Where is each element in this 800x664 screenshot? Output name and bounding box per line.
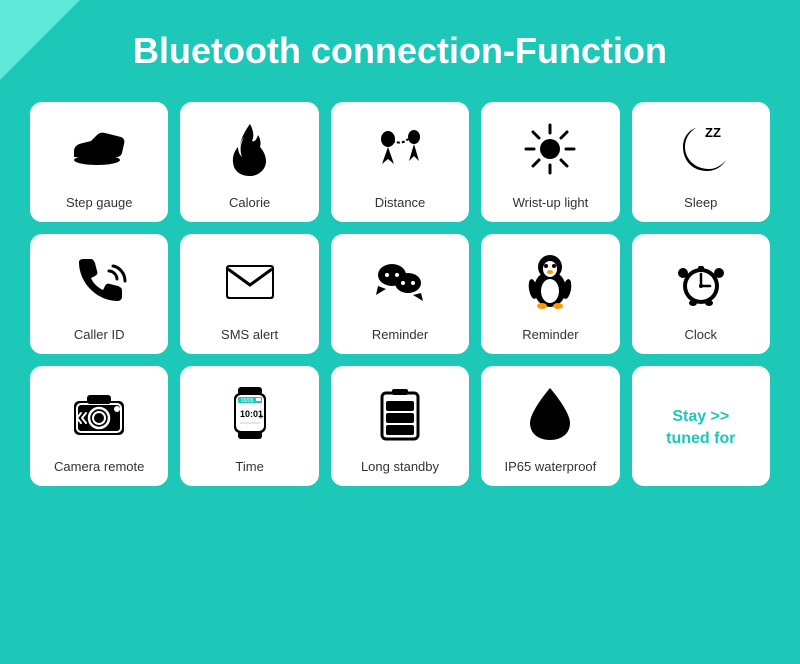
battery-icon — [370, 383, 430, 451]
alarm-icon — [671, 251, 731, 319]
sms-alert-label: SMS alert — [221, 327, 278, 342]
camera-remote-label: Camera remote — [54, 459, 144, 474]
step-gauge-label: Step gauge — [66, 195, 133, 210]
feature-step-gauge: Step gauge — [30, 102, 168, 222]
svg-text:ZZ: ZZ — [705, 125, 721, 140]
feature-stay-tuned: Stay >>tuned for — [632, 366, 770, 486]
feature-sms-alert: SMS alert — [180, 234, 318, 354]
feature-wrist-up-light: Wrist-up light — [481, 102, 619, 222]
feature-calorie: Calorie — [180, 102, 318, 222]
feature-reminder-penguin: Reminder — [481, 234, 619, 354]
phone-icon — [69, 251, 129, 319]
shoe-icon — [69, 119, 129, 187]
clock-label: Clock — [685, 327, 718, 342]
pin-icon — [370, 119, 430, 187]
feature-reminder-wechat: Reminder — [331, 234, 469, 354]
feature-time: 09/05 10:01 ✳ Time — [180, 366, 318, 486]
camera-icon — [69, 383, 129, 451]
caller-id-label: Caller ID — [74, 327, 125, 342]
envelope-icon — [220, 251, 280, 319]
feature-camera-remote: Camera remote — [30, 366, 168, 486]
reminder-wechat-label: Reminder — [372, 327, 428, 342]
sun-icon — [520, 119, 580, 187]
feature-ip65-waterproof: IP65 waterproof — [481, 366, 619, 486]
ip65-waterproof-label: IP65 waterproof — [505, 459, 597, 474]
moon-icon: ZZ — [671, 119, 731, 187]
long-standby-label: Long standby — [361, 459, 439, 474]
feature-long-standby: Long standby — [331, 366, 469, 486]
penguin-icon — [520, 251, 580, 319]
page-title: Bluetooth connection-Function — [0, 0, 800, 92]
stay-tuned-text: Stay >>tuned for — [666, 406, 735, 451]
watch-icon: 09/05 10:01 ✳ — [220, 383, 280, 451]
sleep-label: Sleep — [684, 195, 717, 210]
svg-text:✳: ✳ — [258, 413, 264, 421]
reminder-penguin-label: Reminder — [522, 327, 578, 342]
feature-clock: Clock — [632, 234, 770, 354]
time-label: Time — [235, 459, 263, 474]
calorie-label: Calorie — [229, 195, 270, 210]
wechat-icon — [370, 251, 430, 319]
wrist-up-light-label: Wrist-up light — [513, 195, 589, 210]
svg-text:09/05: 09/05 — [241, 398, 254, 404]
features-grid: Step gauge Calorie Distance — [0, 92, 800, 506]
feature-distance: Distance — [331, 102, 469, 222]
feature-sleep: ZZ Sleep — [632, 102, 770, 222]
feature-caller-id: Caller ID — [30, 234, 168, 354]
drop-icon — [520, 383, 580, 451]
flame-icon — [220, 119, 280, 187]
distance-label: Distance — [375, 195, 426, 210]
